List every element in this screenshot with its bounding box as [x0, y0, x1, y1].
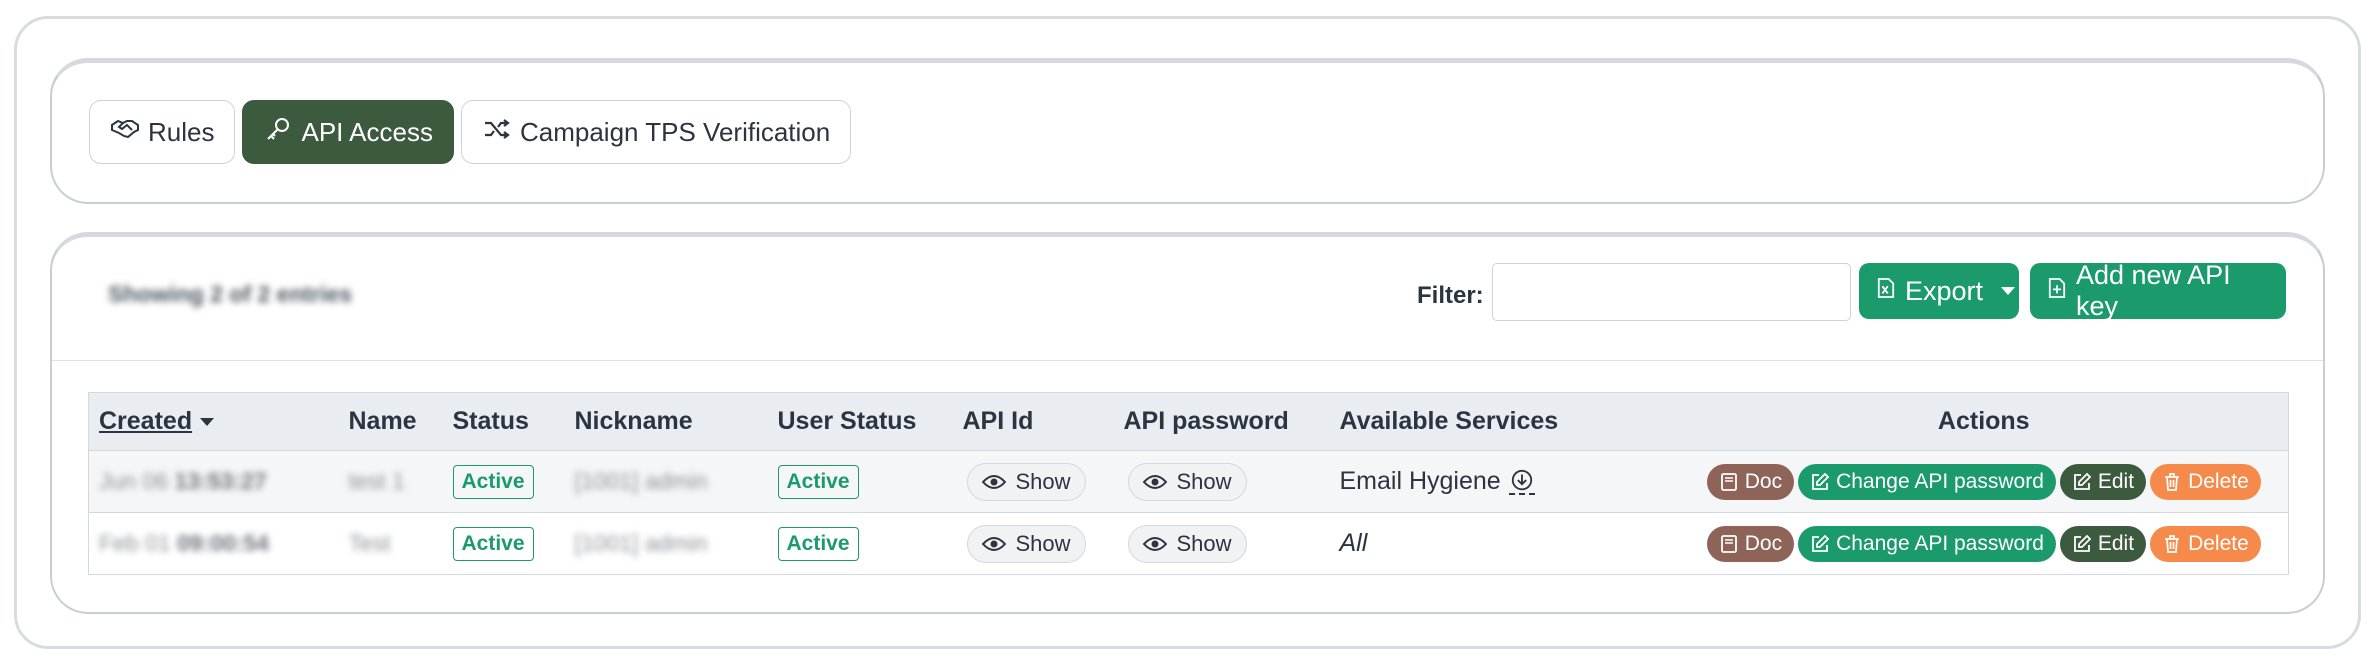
change-api-password-button[interactable]: Change API password — [1798, 525, 2056, 562]
edit-square-icon — [1812, 534, 1830, 552]
eye-icon — [1142, 474, 1167, 489]
trash-icon — [2165, 534, 2180, 553]
cell-api-id: Show — [953, 513, 1114, 575]
edit-button[interactable]: Edit — [2059, 463, 2147, 500]
user-status-badge: Active — [777, 464, 859, 499]
tab-api-access[interactable]: API Access — [242, 100, 454, 164]
service-label: Email Hygiene — [1340, 467, 1535, 496]
sort-desc-icon — [200, 418, 215, 427]
key-icon — [263, 116, 293, 149]
filter-label: Filter: — [1417, 282, 1484, 309]
column-header-name[interactable]: Name — [338, 392, 443, 451]
shuffle-icon — [482, 116, 512, 149]
eye-icon — [1142, 536, 1167, 551]
service-label: All — [1339, 529, 1368, 557]
tab-bar: Rules API Access Campaign TPS Verificati… — [89, 100, 852, 164]
show-api-password-button[interactable]: Show — [1127, 462, 1247, 501]
export-button[interactable]: Export — [1859, 263, 2019, 319]
trash-icon — [2165, 472, 2180, 491]
column-header-created[interactable]: Created — [88, 392, 339, 451]
cell-api-password: Show — [1114, 451, 1330, 513]
show-api-id-button[interactable]: Show — [966, 462, 1086, 501]
book-icon — [1720, 534, 1737, 553]
edit-button[interactable]: Edit — [2059, 525, 2147, 562]
cell-name: Test — [348, 530, 391, 556]
add-api-key-label: Add new API key — [2076, 260, 2231, 321]
cell-api-id: Show — [953, 451, 1114, 513]
chevron-down-icon — [2001, 287, 2016, 295]
column-header-api-password[interactable]: API password — [1113, 392, 1330, 451]
doc-button[interactable]: Doc — [1706, 463, 1795, 500]
tab-campaign-tps-verification[interactable]: Campaign TPS Verification — [460, 100, 852, 164]
download-circle-icon[interactable] — [1508, 469, 1535, 495]
api-keys-table-wrap: Created Name Status Nickname User Status… — [88, 392, 2289, 575]
tab-campaign-tps-label: Campaign TPS Verification — [519, 116, 831, 147]
export-label: Export — [1905, 275, 1984, 306]
doc-button[interactable]: Doc — [1706, 525, 1795, 562]
edit-square-icon — [2073, 534, 2092, 552]
column-header-user-status[interactable]: User Status — [767, 392, 953, 451]
add-api-key-button[interactable]: Add new API key — [2030, 260, 2286, 321]
handshake-icon — [110, 116, 140, 149]
cell-name: test 1 — [348, 468, 405, 494]
column-header-nickname[interactable]: Nickname — [564, 392, 768, 451]
cell-status: Active — [443, 451, 565, 513]
cell-created: Feb 01 09:00:54 — [99, 530, 270, 556]
cell-created: Jun 06 13:53:27 — [99, 468, 267, 494]
book-icon — [1720, 472, 1737, 491]
change-api-password-button[interactable]: Change API password — [1798, 463, 2056, 500]
show-api-id-button[interactable]: Show — [966, 524, 1086, 563]
cell-user-status: Active — [768, 513, 953, 575]
table-header-row: Created Name Status Nickname User Status… — [88, 392, 2289, 451]
cell-nickname: [1001] admin — [574, 530, 708, 556]
edit-square-icon — [1812, 472, 1830, 490]
cell-actions: Doc Change API password Edit Delete — [1680, 451, 2289, 513]
cell-api-password: Show — [1114, 513, 1330, 575]
column-header-services[interactable]: Available Services — [1329, 392, 1680, 451]
user-status-badge: Active — [777, 526, 859, 561]
edit-square-icon — [2073, 472, 2092, 490]
status-badge: Active — [452, 526, 534, 561]
entries-count: Showing 2 of 2 entries — [108, 281, 353, 307]
tab-rules-label: Rules — [148, 116, 215, 147]
tab-rules[interactable]: Rules — [89, 100, 236, 164]
file-plus-icon — [2048, 276, 2066, 307]
eye-icon — [981, 474, 1006, 489]
excel-file-icon — [1877, 276, 1895, 307]
tabs-card: Rules API Access Campaign TPS Verificati… — [50, 58, 2325, 204]
cell-nickname: [1001] admin — [574, 468, 708, 494]
cell-actions: Doc Change API password Edit Delete — [1680, 513, 2289, 575]
table-row: Feb 01 09:00:54 Test Active [1001] admin… — [88, 513, 2289, 575]
column-header-actions: Actions — [1679, 392, 2289, 451]
cell-services: All — [1330, 513, 1680, 575]
table-row: Jun 06 13:53:27 test 1 Active [1001] adm… — [88, 450, 2289, 513]
cell-user-status: Active — [768, 451, 953, 513]
column-header-status[interactable]: Status — [442, 392, 565, 451]
filter-input[interactable] — [1492, 263, 1851, 321]
eye-icon — [981, 536, 1006, 551]
show-api-password-button[interactable]: Show — [1127, 524, 1247, 563]
api-keys-card: Showing 2 of 2 entries Filter: Export Ad… — [50, 232, 2325, 614]
cell-services: Email Hygiene — [1330, 451, 1680, 513]
tab-api-access-label: API Access — [301, 116, 433, 147]
delete-button[interactable]: Delete — [2150, 463, 2261, 500]
status-badge: Active — [452, 464, 534, 499]
table-toolbar: Showing 2 of 2 entries Filter: Export Ad… — [52, 237, 2323, 361]
cell-status: Active — [443, 513, 565, 575]
delete-button[interactable]: Delete — [2150, 525, 2261, 562]
api-keys-table: Created Name Status Nickname User Status… — [88, 392, 2289, 575]
column-header-api-id[interactable]: API Id — [952, 392, 1114, 451]
